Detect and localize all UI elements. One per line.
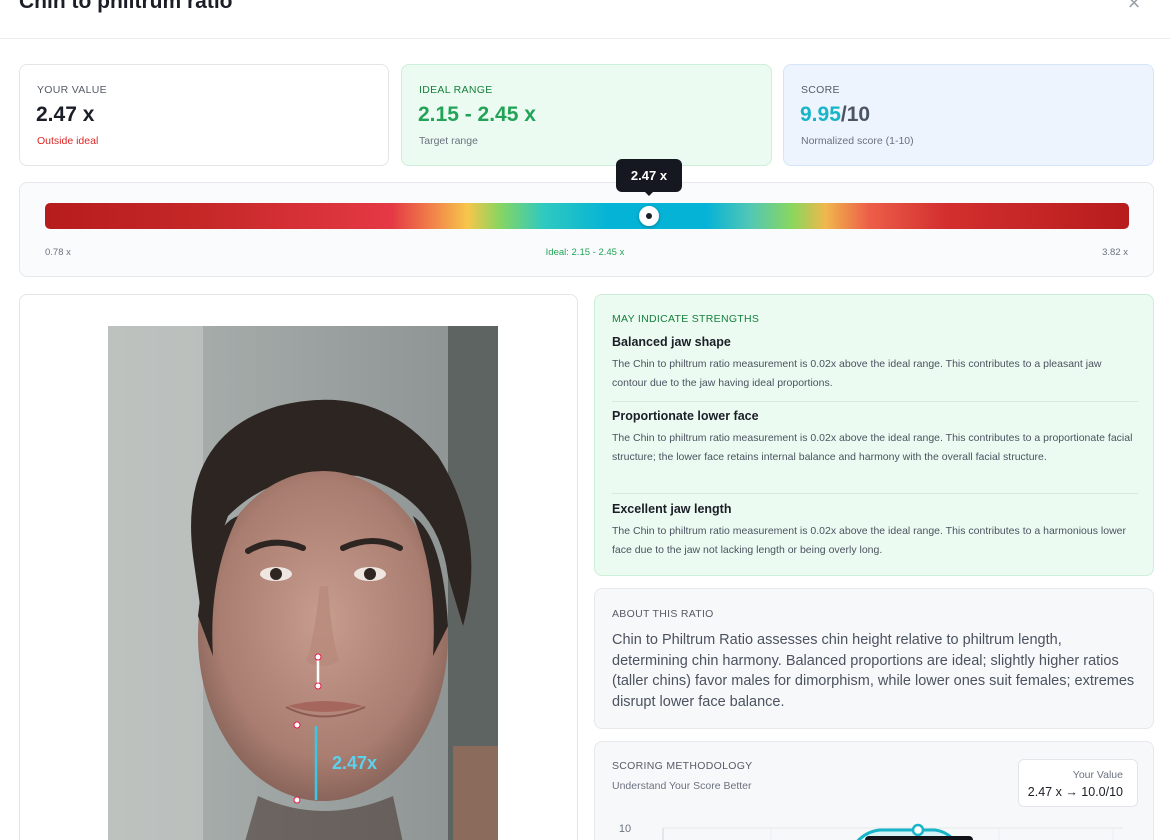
scoring-methodology-panel: SCORING METHODOLOGY Understand Your Scor… xyxy=(594,741,1154,840)
value-status: Outside ideal xyxy=(37,135,99,147)
strength-description: The Chin to philtrum ratio measurement i… xyxy=(612,525,1126,556)
your-value-card: YOUR VALUE 2.47 x Outside ideal xyxy=(19,64,389,166)
strength-item: Balanced jaw shape The Chin to philtrum … xyxy=(612,335,1138,392)
dialog-title: Chin to philtrum ratio xyxy=(19,0,233,13)
your-value-box: Your Value 2.47 x → 10.0/10 xyxy=(1018,759,1138,807)
about-panel: ABOUT THIS RATIO Chin to Philtrum Ratio … xyxy=(594,588,1154,729)
chart-tooltip xyxy=(865,836,973,840)
value-marker xyxy=(639,206,659,226)
measurement-label: 2.47x xyxy=(332,753,377,773)
scale-min-label: 0.78 x xyxy=(45,247,71,258)
ideal-range-scale-label: Ideal: 2.15 - 2.45 x xyxy=(545,247,625,258)
strength-title: Balanced jaw shape xyxy=(612,335,731,349)
strength-title: Excellent jaw length xyxy=(612,502,732,516)
scoring-curve-chart: 10 xyxy=(619,823,1123,840)
score-card: SCORE 9.95/10 Normalized score (1-10) xyxy=(783,64,1154,166)
ratio-meter: 2.47 x 0.78 x Ideal: 2.15 - 2.45 x 3.82 … xyxy=(19,159,1154,277)
divider xyxy=(612,493,1138,494)
strength-item: Proportionate lower face The Chin to phi… xyxy=(612,409,1138,466)
strength-description: The Chin to philtrum ratio measurement i… xyxy=(612,358,1102,389)
about-heading: ABOUT THIS RATIO xyxy=(612,608,714,620)
gradient-bar xyxy=(45,203,1129,229)
ideal-range-label: IDEAL RANGE xyxy=(419,84,493,96)
score-label: SCORE xyxy=(801,84,840,96)
your-value: 2.47 x xyxy=(36,103,95,126)
y-tick-label: 10 xyxy=(619,823,631,835)
scale-max-label: 3.82 x xyxy=(1102,247,1128,258)
your-value-label: YOUR VALUE xyxy=(37,84,107,96)
strengths-panel: MAY INDICATE STRENGTHS Balanced jaw shap… xyxy=(594,294,1154,576)
score-note: Normalized score (1-10) xyxy=(801,135,914,147)
dialog-header: Chin to philtrum ratio × xyxy=(0,0,1170,39)
score-max: /10 xyxy=(840,103,871,126)
divider xyxy=(612,401,1138,402)
score-number: 9.95 xyxy=(800,103,841,126)
your-value-box-label: Your Value xyxy=(1072,769,1123,781)
value-tooltip: 2.47 x xyxy=(616,159,682,196)
strength-description: The Chin to philtrum ratio measurement i… xyxy=(612,432,1133,463)
strength-title: Proportionate lower face xyxy=(612,409,759,423)
score-value: 9.95/10 xyxy=(800,103,870,127)
face-photo-card: 2.47x xyxy=(19,294,578,840)
close-icon[interactable]: × xyxy=(1123,0,1145,14)
methodology-subheading: Understand Your Score Better xyxy=(612,780,752,792)
your-score-point xyxy=(911,823,925,837)
ideal-range-card: IDEAL RANGE 2.15 - 2.45 x Target range xyxy=(401,64,772,166)
your-value-box-value: 2.47 x → 10.0/10 xyxy=(1027,785,1123,799)
ideal-range-note: Target range xyxy=(419,135,478,147)
face-photo: 2.47x xyxy=(108,326,498,840)
strengths-heading: MAY INDICATE STRENGTHS xyxy=(612,313,760,325)
ideal-range-value: 2.15 - 2.45 x xyxy=(418,103,536,126)
methodology-heading: SCORING METHODOLOGY xyxy=(612,760,753,772)
about-text: Chin to Philtrum Ratio assesses chin hei… xyxy=(612,632,1135,710)
strength-item: Excellent jaw length The Chin to philtru… xyxy=(612,502,1138,559)
